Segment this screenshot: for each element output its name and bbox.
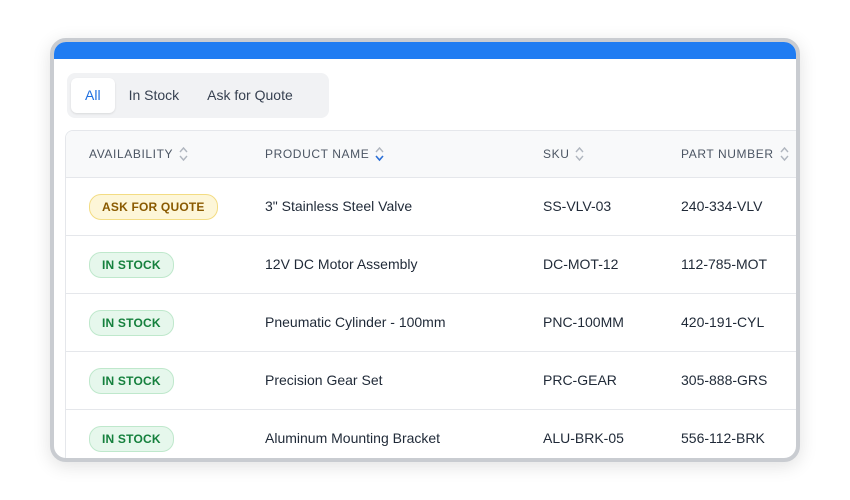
table-row[interactable]: IN STOCK Aluminum Mounting Bracket ALU-B… bbox=[66, 410, 796, 458]
status-badge: IN STOCK bbox=[89, 368, 174, 395]
column-header-sku[interactable]: SKU bbox=[543, 131, 585, 177]
product-name-cell: Aluminum Mounting Bracket bbox=[265, 430, 441, 446]
product-name-cell: Pneumatic Cylinder - 100mm bbox=[265, 314, 446, 330]
part-number-cell: 112-785-MOT bbox=[681, 256, 768, 272]
status-badge: ASK FOR QUOTE bbox=[89, 194, 218, 221]
column-header-part-number[interactable]: PART NUMBER bbox=[681, 131, 789, 177]
tab-in-stock[interactable]: In Stock bbox=[115, 78, 194, 113]
status-badge: IN STOCK bbox=[89, 426, 174, 453]
availability-cell: IN STOCK bbox=[89, 236, 174, 293]
tab-all[interactable]: All bbox=[71, 78, 115, 113]
table-row[interactable]: IN STOCK Precision Gear Set PRC-GEAR 305… bbox=[66, 352, 796, 410]
product-name-cell: Precision Gear Set bbox=[265, 372, 383, 388]
sku-cell: DC-MOT-12 bbox=[543, 256, 619, 272]
tab-ask-for-quote[interactable]: Ask for Quote bbox=[193, 78, 307, 113]
sort-icon[interactable] bbox=[780, 145, 789, 163]
part-number-cell: 556-112-BRK bbox=[681, 430, 765, 446]
availability-cell: IN STOCK bbox=[89, 410, 174, 458]
table-row[interactable]: IN STOCK 12V DC Motor Assembly DC-MOT-12… bbox=[66, 236, 796, 294]
column-header-label: AVAILABILITY bbox=[89, 147, 174, 161]
column-header-label: PRODUCT NAME bbox=[265, 147, 370, 161]
sort-icon[interactable] bbox=[575, 145, 585, 163]
table-row[interactable]: ASK FOR QUOTE 3" Stainless Steel Valve S… bbox=[66, 178, 796, 236]
product-name-cell: 3" Stainless Steel Valve bbox=[265, 198, 413, 214]
sku-cell: SS-VLV-03 bbox=[543, 198, 612, 214]
accent-top-bar bbox=[54, 42, 796, 59]
part-number-cell: 305-888-GRS bbox=[681, 372, 768, 388]
sku-cell: ALU-BRK-05 bbox=[543, 430, 624, 446]
column-header-label: SKU bbox=[543, 147, 570, 161]
table-header: AVAILABILITY PRODUCT NAME SKU PART NUMBE… bbox=[66, 131, 796, 178]
sort-icon[interactable] bbox=[179, 145, 188, 163]
availability-cell: IN STOCK bbox=[89, 352, 174, 409]
product-table-card: All In Stock Ask for Quote AVAILABILITY … bbox=[50, 38, 800, 462]
table-row[interactable]: IN STOCK Pneumatic Cylinder - 100mm PNC-… bbox=[66, 294, 796, 352]
status-badge: IN STOCK bbox=[89, 310, 174, 337]
column-header-label: PART NUMBER bbox=[681, 147, 774, 161]
part-number-cell: 420-191-CYL bbox=[681, 314, 765, 330]
filter-tabs: All In Stock Ask for Quote bbox=[67, 73, 329, 118]
status-badge: IN STOCK bbox=[89, 252, 174, 279]
column-header-availability[interactable]: AVAILABILITY bbox=[89, 131, 188, 177]
sku-cell: PRC-GEAR bbox=[543, 372, 617, 388]
column-header-product-name[interactable]: PRODUCT NAME bbox=[265, 131, 384, 177]
product-name-cell: 12V DC Motor Assembly bbox=[265, 256, 418, 272]
availability-cell: IN STOCK bbox=[89, 294, 174, 351]
products-table: AVAILABILITY PRODUCT NAME SKU PART NUMBE… bbox=[65, 130, 796, 458]
sku-cell: PNC-100MM bbox=[543, 314, 624, 330]
sort-icon[interactable] bbox=[375, 145, 384, 163]
availability-cell: ASK FOR QUOTE bbox=[89, 178, 218, 235]
part-number-cell: 240-334-VLV bbox=[681, 198, 763, 214]
